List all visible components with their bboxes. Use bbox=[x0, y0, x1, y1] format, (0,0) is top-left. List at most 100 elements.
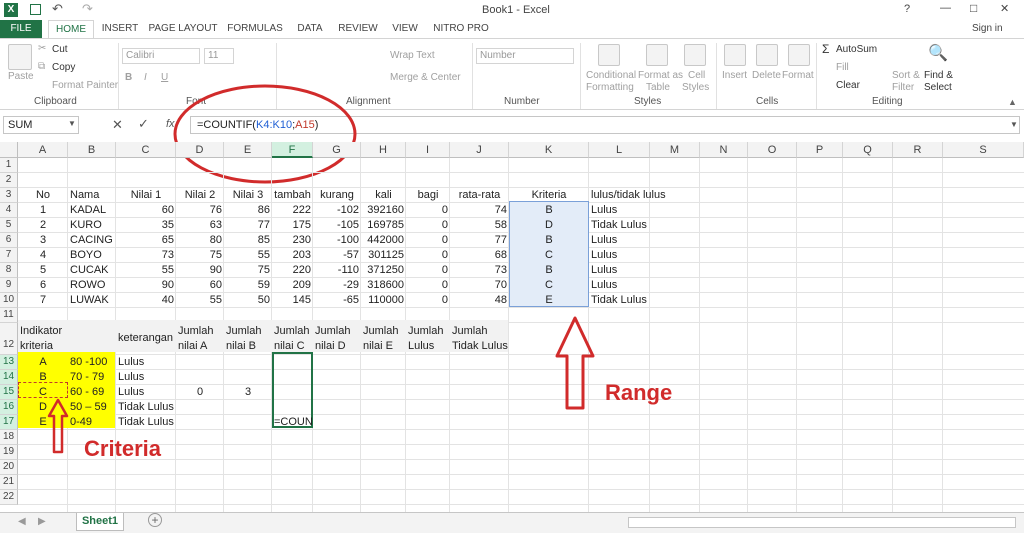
name-box-dropdown-icon[interactable]: ▼ bbox=[68, 119, 76, 128]
column-header-p[interactable]: P bbox=[797, 142, 843, 158]
tab-review[interactable]: REVIEW bbox=[336, 20, 380, 38]
cell[interactable]: Jumlah bbox=[313, 325, 361, 338]
cut-button[interactable]: Cut bbox=[52, 44, 68, 55]
cell[interactable]: E bbox=[509, 294, 589, 307]
cell[interactable]: 48 bbox=[450, 294, 509, 307]
tab-formulas[interactable]: FORMULAS bbox=[226, 20, 284, 38]
cell[interactable]: 3 bbox=[18, 234, 68, 247]
cell[interactable]: Jumlah bbox=[450, 325, 509, 338]
cell[interactable]: Lulus bbox=[589, 234, 650, 247]
cell[interactable]: =COUNT bbox=[272, 416, 313, 429]
cell[interactable]: 0 bbox=[406, 294, 450, 307]
cell[interactable]: 1 bbox=[18, 204, 68, 217]
cell[interactable]: 50 bbox=[224, 294, 272, 307]
cell[interactable]: 2 bbox=[18, 219, 68, 232]
cell[interactable]: keterangan bbox=[116, 332, 176, 345]
cell[interactable]: 318600 bbox=[361, 279, 406, 292]
close-button[interactable]: ✕ bbox=[1000, 2, 1009, 15]
cell[interactable]: 0 bbox=[406, 249, 450, 262]
font-size-combo[interactable]: 11 bbox=[204, 48, 234, 64]
tab-file[interactable]: FILE bbox=[0, 20, 42, 38]
cell[interactable]: 70 - 79 bbox=[68, 371, 116, 384]
cell[interactable]: Tidak Lulus bbox=[589, 219, 650, 232]
horizontal-scrollbar[interactable] bbox=[628, 517, 1016, 528]
cell[interactable]: 0 bbox=[406, 234, 450, 247]
cell[interactable]: B bbox=[509, 234, 589, 247]
cell[interactable]: 90 bbox=[116, 279, 176, 292]
row-header-4[interactable]: 4 bbox=[0, 203, 18, 218]
cell[interactable]: 222 bbox=[272, 204, 313, 217]
cell[interactable]: Jumlah bbox=[224, 325, 272, 338]
cell[interactable]: Lulus bbox=[589, 264, 650, 277]
cell[interactable]: Lulus bbox=[589, 204, 650, 217]
cell[interactable]: kriteria bbox=[18, 340, 68, 353]
cell[interactable]: 0 bbox=[406, 264, 450, 277]
cell[interactable]: 68 bbox=[450, 249, 509, 262]
cell-styles-button-line2[interactable]: Styles bbox=[682, 82, 709, 93]
cell[interactable]: 86 bbox=[224, 204, 272, 217]
cell[interactable]: Tidak Lulus bbox=[116, 401, 176, 414]
cell[interactable]: Lulus bbox=[116, 371, 176, 384]
cell[interactable]: B bbox=[18, 371, 68, 384]
cell[interactable]: LUWAK bbox=[68, 294, 116, 307]
cell[interactable]: Nilai 2 bbox=[176, 189, 224, 202]
row-header-11[interactable]: 11 bbox=[0, 308, 18, 323]
cell[interactable]: Tidak Lulus bbox=[589, 294, 650, 307]
cell[interactable]: 220 bbox=[272, 264, 313, 277]
row-header-18[interactable]: 18 bbox=[0, 430, 18, 445]
cell[interactable]: 70 bbox=[450, 279, 509, 292]
row-header-1[interactable]: 1 bbox=[0, 158, 18, 173]
cell[interactable]: C bbox=[509, 249, 589, 262]
cell[interactable]: 230 bbox=[272, 234, 313, 247]
cell[interactable]: 77 bbox=[224, 219, 272, 232]
paste-button[interactable]: Paste bbox=[8, 71, 34, 82]
undo-icon[interactable]: ↶ bbox=[52, 1, 63, 17]
column-header-q[interactable]: Q bbox=[843, 142, 893, 158]
cell[interactable]: Jumlah bbox=[361, 325, 406, 338]
copy-button[interactable]: Copy bbox=[52, 62, 75, 73]
cell[interactable]: B bbox=[509, 204, 589, 217]
cell[interactable]: -105 bbox=[313, 219, 361, 232]
cell-styles-button[interactable]: Cell bbox=[688, 70, 705, 81]
merge-center-button[interactable]: Merge & Center bbox=[390, 72, 461, 83]
cell[interactable]: CUCAK bbox=[68, 264, 116, 277]
cell[interactable]: Lulus bbox=[116, 356, 176, 369]
sign-in-link[interactable]: Sign in bbox=[972, 23, 1003, 34]
row-header-20[interactable]: 20 bbox=[0, 460, 18, 475]
tab-nitro-pro[interactable]: NITRO PRO bbox=[430, 20, 492, 38]
cell[interactable]: 6 bbox=[18, 279, 68, 292]
row-header-21[interactable]: 21 bbox=[0, 475, 18, 490]
cell[interactable]: 0 bbox=[406, 204, 450, 217]
cell[interactable]: D bbox=[509, 219, 589, 232]
minimize-button[interactable]: — bbox=[940, 2, 951, 14]
cell[interactable]: 77 bbox=[450, 234, 509, 247]
column-header-h[interactable]: H bbox=[361, 142, 406, 158]
cell[interactable]: nilai B bbox=[224, 340, 272, 353]
prev-sheet-icon[interactable]: ◀ bbox=[18, 516, 26, 527]
format-as-table-button[interactable]: Format as bbox=[638, 70, 683, 81]
cell[interactable]: 169785 bbox=[361, 219, 406, 232]
cell[interactable]: bagi bbox=[406, 189, 450, 202]
tab-insert[interactable]: INSERT bbox=[98, 20, 142, 38]
cell[interactable]: 145 bbox=[272, 294, 313, 307]
row-header-5[interactable]: 5 bbox=[0, 218, 18, 233]
cell[interactable]: Kriteria bbox=[509, 189, 589, 202]
find-select-button-line2[interactable]: Select bbox=[924, 82, 952, 93]
cell[interactable]: B bbox=[509, 264, 589, 277]
cell[interactable]: A bbox=[18, 356, 68, 369]
cancel-icon[interactable]: ✕ bbox=[112, 117, 123, 133]
cell[interactable]: -57 bbox=[313, 249, 361, 262]
cell[interactable]: 60 - 69 bbox=[68, 386, 116, 399]
cell[interactable]: kali bbox=[361, 189, 406, 202]
column-header-k[interactable]: K bbox=[509, 142, 589, 158]
sheet-tab-sheet1[interactable]: Sheet1 bbox=[76, 513, 124, 531]
cell[interactable]: nilai E bbox=[361, 340, 406, 353]
restore-button[interactable]: □ bbox=[970, 1, 977, 15]
cell[interactable]: BOYO bbox=[68, 249, 116, 262]
column-header-r[interactable]: R bbox=[893, 142, 943, 158]
cell[interactable]: kurang bbox=[313, 189, 361, 202]
redo-icon[interactable]: ↷ bbox=[82, 1, 93, 17]
clear-button[interactable]: Clear bbox=[836, 80, 860, 91]
column-header-c[interactable]: C bbox=[116, 142, 176, 158]
cell[interactable]: 76 bbox=[176, 204, 224, 217]
